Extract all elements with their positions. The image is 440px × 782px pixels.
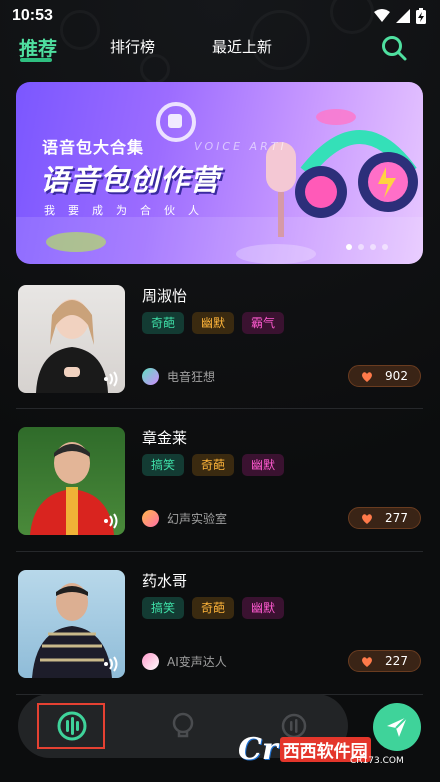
watermark: Cr 西西软件园 CR173.COM [238,727,428,771]
tag[interactable]: 奇葩 [192,597,235,619]
tag-list: 奇葩 幽默 霸气 [142,312,285,334]
author-info[interactable]: 幻声实验室 [142,510,227,527]
nav-ideas-button[interactable] [161,704,205,748]
voice-pack-name: 周淑怡 [142,288,188,305]
sound-wave-icon [104,371,118,387]
sound-wave-icon [104,656,118,672]
author-name: AI变声达人 [167,655,227,669]
divider [16,408,423,409]
watermark-url: CR173.COM [350,756,404,766]
signal-icon [396,9,410,23]
like-count: 902 [385,369,408,383]
tag[interactable]: 幽默 [192,312,235,334]
tag-list: 搞笑 奇葩 幽默 [142,597,285,619]
lightbulb-icon [172,712,194,738]
heart-hand-icon [362,657,373,667]
like-count-button[interactable]: 902 [348,365,421,387]
status-icons [374,8,426,24]
voice-pack-thumbnail [18,570,125,678]
author-avatar [142,653,159,670]
voice-pack-name: 药水哥 [142,573,188,590]
pagination-dot[interactable] [370,244,376,250]
author-avatar [142,368,159,385]
tag[interactable]: 搞笑 [142,597,185,619]
like-count: 277 [385,511,408,525]
voice-pack-name: 章金莱 [142,430,188,447]
promo-banner[interactable]: 语音包大合集 VOICE ARTI 语音包创作营 我要成为合伙人 [16,82,423,264]
heart-hand-icon [362,514,373,524]
status-bar: 10:53 [0,0,440,32]
pagination-dot[interactable] [358,244,364,250]
wifi-icon [374,9,390,22]
like-count-button[interactable]: 227 [348,650,421,672]
author-info[interactable]: 电音狂想 [142,368,215,385]
tag[interactable]: 幽默 [242,454,285,476]
tag[interactable]: 霸气 [242,312,285,334]
banner-pagination [346,244,388,250]
selection-highlight-box [37,703,105,749]
voice-pack-card[interactable]: 药水哥 搞笑 奇葩 幽默 AI变声达人 227 [16,570,423,690]
voice-pack-thumbnail [18,427,125,535]
search-button[interactable] [380,34,408,62]
voice-pack-thumbnail [18,285,125,393]
banner-subtitle: 语音包大合集 [42,138,145,157]
tab-recommend[interactable]: 推荐 [19,34,57,61]
pagination-dot[interactable] [346,244,352,250]
tag[interactable]: 奇葩 [192,454,235,476]
banner-title: 语音包创作营 [40,163,221,197]
sound-wave-icon [104,513,118,529]
tab-ranking[interactable]: 排行榜 [110,36,155,57]
heart-hand-icon [362,372,373,382]
voice-pack-card[interactable]: 章金莱 搞笑 奇葩 幽默 幻声实验室 277 [16,427,423,547]
author-name: 电音狂想 [167,370,216,384]
author-name: 幻声实验室 [167,512,228,526]
tag[interactable]: 奇葩 [142,312,185,334]
tag[interactable]: 幽默 [242,597,285,619]
voice-pack-card[interactable]: 周淑怡 奇葩 幽默 霸气 电音狂想 902 [16,285,423,405]
tag[interactable]: 搞笑 [142,454,185,476]
divider [16,551,423,552]
search-icon [382,36,407,61]
app-screen: 10:53 推荐 排行榜 最近上新 语音包大合集 VOICE ARTI 语音包创… [0,0,440,782]
tag-list: 搞笑 奇葩 幽默 [142,454,285,476]
like-count-button[interactable]: 277 [348,507,421,529]
tab-newest[interactable]: 最近上新 [212,36,272,57]
banner-slogan: 我要成为合伙人 [44,204,212,217]
author-avatar [142,510,159,527]
top-nav: 推荐 排行榜 最近上新 [0,32,440,68]
pagination-dot[interactable] [382,244,388,250]
banner-english-text: VOICE ARTI [194,140,287,153]
author-info[interactable]: AI变声达人 [142,653,227,670]
watermark-logo: Cr [238,731,278,767]
status-time: 10:53 [12,7,53,24]
active-tab-indicator [20,58,52,62]
battery-icon [416,8,426,24]
like-count: 227 [385,654,408,668]
